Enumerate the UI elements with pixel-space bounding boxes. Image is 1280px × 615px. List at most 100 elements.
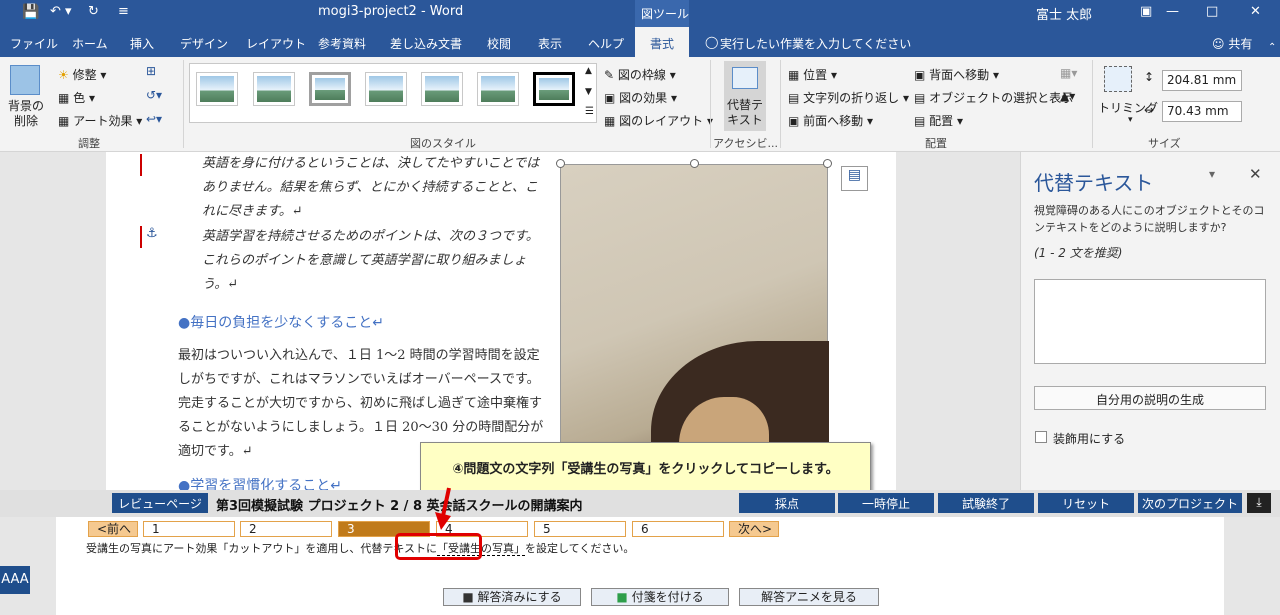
step-5[interactable]: 5 (534, 521, 626, 537)
step-2[interactable]: 2 (240, 521, 332, 537)
compress-icon[interactable]: ⊞ (146, 64, 156, 78)
download-icon[interactable]: ⤓ (1247, 493, 1271, 513)
art-effects-label: アート効果 (73, 114, 133, 128)
style-thumb[interactable] (365, 72, 407, 106)
style-thumb[interactable] (421, 72, 463, 106)
highlight-box (395, 533, 482, 560)
wrap-text-label: 文字列の折り返し (803, 91, 900, 105)
wrap-icon: ▤ (788, 91, 800, 105)
picture-layout-button[interactable]: ▦ 図のレイアウト ▾ (604, 112, 713, 129)
generate-description-button[interactable]: 自分用の説明の生成 (1034, 386, 1266, 410)
gallery-up-icon[interactable]: ▲ (585, 66, 592, 76)
style-thumb[interactable] (533, 72, 575, 106)
task-text-after: を設定してください。 (525, 542, 635, 555)
tab-view[interactable]: 表示 (538, 35, 562, 52)
tab-review[interactable]: 校閲 (487, 35, 511, 52)
font-size-button[interactable]: AAA (0, 566, 30, 594)
next-button[interactable]: 次へ> (729, 521, 779, 537)
bring-forward-button[interactable]: ▣ 前面へ移動 ▾ (788, 112, 873, 129)
tab-help[interactable]: ヘルプ (588, 35, 624, 52)
selection-pane-button[interactable]: ▤ オブジェクトの選択と表示 (914, 89, 1073, 106)
prev-button[interactable]: <前へ (88, 521, 138, 537)
tab-mailings[interactable]: 差し込み文書 (390, 35, 462, 52)
height-input[interactable]: 204.81 mm (1162, 70, 1242, 91)
send-backward-button[interactable]: ▣ 背面へ移動 ▾ (914, 66, 999, 83)
picture-effects-button[interactable]: ▣ 図の効果 ▾ (604, 89, 677, 106)
close-icon[interactable]: ✕ (1250, 4, 1261, 19)
align-button[interactable]: ▤ 配置 ▾ (914, 112, 963, 129)
picture-layout-icon: ▦ (604, 114, 616, 128)
style-thumb[interactable] (309, 72, 351, 106)
reset-button[interactable]: リセット (1038, 493, 1134, 513)
gallery-more-icon[interactable]: ☰ (585, 106, 594, 117)
change-picture-icon[interactable]: ↺▾ (146, 88, 162, 102)
gallery-down-icon[interactable]: ▼ (585, 87, 592, 97)
tab-file[interactable]: ファイル (10, 35, 58, 52)
alt-text-button[interactable]: 代替テキスト (724, 61, 766, 131)
decorative-checkbox[interactable] (1035, 431, 1047, 443)
tell-me-search[interactable]: 実行したい作業を入力してください (720, 35, 911, 52)
picture-border-label: 図の枠線 (617, 68, 666, 82)
tab-references[interactable]: 参考資料 (318, 35, 366, 52)
effects-icon: ▣ (604, 91, 616, 105)
pane-options-icon[interactable]: ▾ (1209, 167, 1215, 181)
picture-border-button[interactable]: ✎ 図の枠線 ▾ (604, 66, 676, 83)
end-exam-button[interactable]: 試験終了 (938, 493, 1034, 513)
redo-icon[interactable]: ↻ (88, 4, 99, 19)
heading: ●学習を習慣化すること↵ (178, 478, 342, 490)
undo-icon[interactable]: ↶ ▾ (50, 4, 72, 19)
width-input[interactable]: 70.43 mm (1162, 101, 1242, 122)
pane-close-icon[interactable]: ✕ (1249, 165, 1262, 183)
flag-square-icon: ■ (616, 590, 628, 604)
remove-background-button[interactable]: 背景の削除 (6, 99, 46, 129)
tab-home[interactable]: ホーム (72, 35, 108, 52)
resize-handle[interactable] (823, 159, 832, 168)
resize-handle[interactable] (690, 159, 699, 168)
qat-menu-icon[interactable]: ≡ (118, 4, 129, 19)
style-thumb[interactable] (253, 72, 295, 106)
review-page-button[interactable]: レビューページ (112, 493, 208, 513)
layout-options-icon[interactable]: ▤ (841, 166, 868, 191)
mark-answered-button[interactable]: ■ 解答済みにする (443, 588, 581, 606)
wrap-text-button[interactable]: ▤ 文字列の折り返し ▾ (788, 89, 909, 106)
group-objects-icon[interactable]: ▦▾ (1060, 66, 1077, 80)
anchor-icon: ⚓ (146, 226, 158, 241)
crop-dropdown-icon[interactable]: ▾ (1128, 115, 1133, 125)
tab-insert[interactable]: 挿入 (130, 35, 154, 52)
maximize-icon[interactable]: □ (1206, 4, 1218, 19)
reset-picture-icon[interactable]: ↩▾ (146, 112, 162, 126)
save-icon[interactable]: 💾 (22, 4, 39, 20)
step-6[interactable]: 6 (632, 521, 724, 537)
alt-text-input[interactable] (1034, 279, 1266, 364)
color-button[interactable]: ▦ 色 ▾ (58, 89, 95, 106)
minimize-icon[interactable]: — (1166, 4, 1179, 19)
user-name[interactable]: 富士 太郎 (1036, 4, 1092, 23)
corrections-button[interactable]: ☀ 修整 ▾ (58, 66, 106, 83)
step-1[interactable]: 1 (143, 521, 235, 537)
ribbon-display-icon[interactable]: ▣ (1140, 4, 1152, 19)
rotate-icon[interactable]: ▲▾ (1060, 89, 1075, 103)
context-tab-group: 図ツール (635, 0, 689, 27)
tab-layout[interactable]: レイアウト (246, 35, 306, 52)
crop-icon (1104, 66, 1132, 92)
pause-button[interactable]: 一時停止 (838, 493, 934, 513)
next-project-button[interactable]: 次のプロジェクト (1138, 493, 1242, 513)
add-flag-button[interactable]: ■ 付箋を付ける (591, 588, 729, 606)
corrections-label: 修整 (72, 68, 97, 82)
style-thumb[interactable] (196, 72, 238, 106)
group-label-size: サイズ (1148, 137, 1181, 150)
share-label: 共有 (1228, 37, 1253, 51)
view-answer-animation-button[interactable]: 解答アニメを見る (739, 588, 879, 606)
collapse-ribbon-icon[interactable]: ⌃ (1268, 42, 1276, 53)
position-button[interactable]: ▦ 位置 ▾ (788, 66, 837, 83)
pane-description: 視覚障碍のある人にこのオブジェクトとそのコンテキストをどのように説明しますか? (1034, 204, 1265, 234)
style-thumb[interactable] (477, 72, 519, 106)
art-effects-button[interactable]: ▦ アート効果 ▾ (58, 112, 142, 129)
height-icon: ↕ (1144, 70, 1155, 84)
task-text-before: 受講生の写真にアート効果「カットアウト」を適用し、代替テキストに (86, 542, 438, 555)
tab-design[interactable]: デザイン (180, 35, 228, 52)
score-button[interactable]: 採点 (739, 493, 835, 513)
share-button[interactable]: ☺ 共有 (1212, 35, 1252, 52)
resize-handle[interactable] (556, 159, 565, 168)
tab-format[interactable]: 書式 (635, 27, 689, 57)
